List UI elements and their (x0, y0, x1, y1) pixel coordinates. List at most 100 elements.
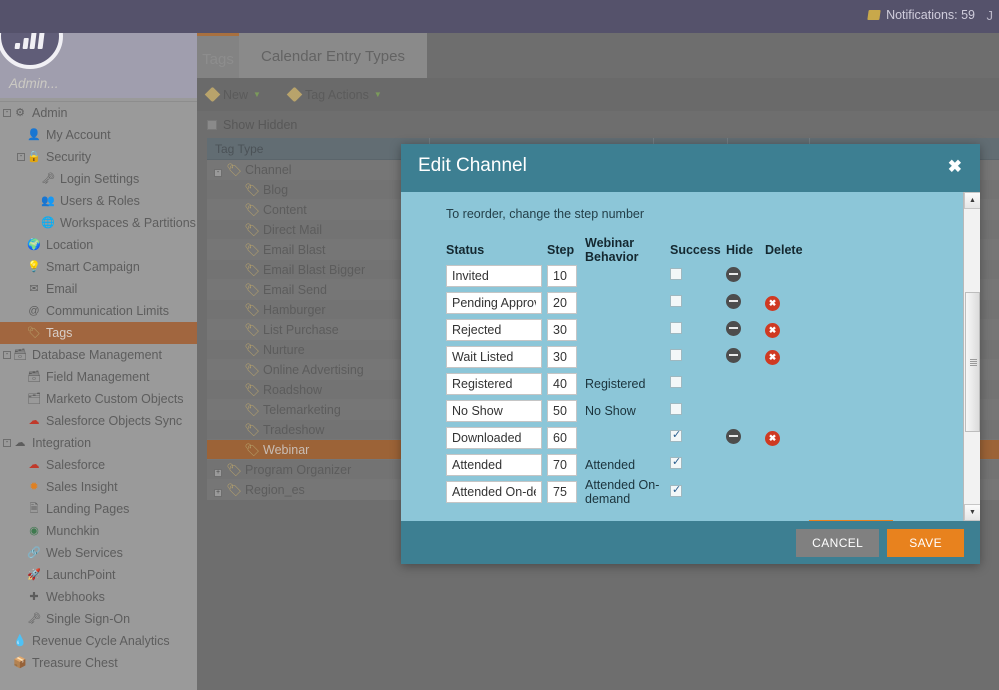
tree-toggle-icon[interactable]: - (2, 109, 12, 117)
sidebar-item-revenue-cycle-analytics[interactable]: 💧 Revenue Cycle Analytics (0, 630, 197, 652)
status-input[interactable] (446, 453, 542, 476)
step-input[interactable] (547, 426, 577, 449)
header-status: Status (446, 243, 485, 257)
delete-icon[interactable]: ✖ (765, 323, 780, 338)
sidebar-item-landing-pages[interactable]: 🗎 Landing Pages (0, 498, 197, 520)
sidebar-item-marketo-custom-objects[interactable]: 🗂 Marketo Custom Objects (0, 388, 197, 410)
hide-icon[interactable] (726, 428, 741, 444)
status-input[interactable] (446, 291, 542, 314)
tree-toggle-icon[interactable]: - (2, 351, 12, 359)
tag-box-icon: 🏷 (226, 462, 242, 477)
sidebar-item-integration[interactable]: - ☁ Integration (0, 432, 197, 454)
notifications-item[interactable]: Notifications: 59 (867, 8, 975, 22)
sidebar-item-users-roles[interactable]: 👥 Users & Roles (0, 190, 197, 212)
delete-icon[interactable]: ✖ (765, 431, 780, 446)
success-checkbox[interactable] (670, 428, 682, 442)
status-input[interactable] (446, 399, 542, 422)
success-checkbox[interactable] (670, 376, 682, 388)
sidebar-item-my-account[interactable]: 👤 My Account (0, 124, 197, 146)
step-input[interactable] (547, 481, 577, 503)
tree-toggle-icon[interactable]: - (2, 439, 12, 447)
sidebar-item-location[interactable]: 🌍 Location (0, 234, 197, 256)
scrollbar-thumb[interactable] (965, 292, 980, 432)
tree-toggle-icon[interactable]: - (211, 160, 225, 180)
sidebar-item-salesforce[interactable]: ☁ Salesforce (0, 454, 197, 476)
sidebar-item-email[interactable]: ✉ Email (0, 278, 197, 300)
tag-icon: 🏷 (244, 342, 260, 357)
tab-tags[interactable]: Tags (197, 33, 239, 78)
hide-icon[interactable] (726, 293, 741, 309)
add-step-button[interactable]: ADD STEP (809, 520, 894, 521)
webinar-behavior-label: Attended (585, 457, 636, 472)
delete-icon[interactable]: ✖ (765, 296, 780, 311)
tree-item-label: Channel (245, 162, 292, 177)
sidebar-item-salesforce-objects-sync[interactable]: ☁ Salesforce Objects Sync (0, 410, 197, 432)
step-row: Attended On-demand (446, 478, 916, 506)
scroll-down-icon[interactable]: ▼ (964, 504, 980, 521)
delete-icon[interactable]: ✖ (765, 350, 780, 365)
step-input[interactable] (547, 345, 577, 368)
database-icon: 🗃 (13, 349, 27, 361)
step-input[interactable] (547, 318, 577, 341)
tree-item-label: Hamburger (263, 302, 326, 317)
close-icon[interactable]: ✖ (948, 158, 962, 175)
sidebar-item-munchkin[interactable]: ◉ Munchkin (0, 520, 197, 542)
sidebar-item-database-management[interactable]: - 🗃 Database Management (0, 344, 197, 366)
success-checkbox[interactable] (670, 349, 682, 361)
status-input[interactable] (446, 426, 542, 449)
status-input[interactable] (446, 372, 542, 395)
tag-actions-button[interactable]: Tag Actions ▼ (286, 86, 382, 103)
sidebar-item-security[interactable]: - 🔒 Security (0, 146, 197, 168)
tree-toggle-icon[interactable]: - (16, 153, 26, 161)
hide-icon[interactable] (726, 320, 741, 336)
scroll-up-icon[interactable]: ▲ (964, 192, 980, 209)
sidebar-item-smart-campaign[interactable]: 💡 Smart Campaign (0, 256, 197, 278)
tab-calendar-entry-types[interactable]: Calendar Entry Types (239, 33, 427, 78)
sidebar-item-tags[interactable]: 🏷 Tags (0, 322, 197, 344)
hide-icon[interactable] (726, 347, 741, 363)
status-input[interactable] (446, 481, 542, 503)
column-tag-type[interactable]: Tag Type (207, 138, 263, 160)
tree-toggle-icon[interactable]: + (211, 480, 225, 500)
sidebar-item-sales-insight[interactable]: ✹ Sales Insight (0, 476, 197, 498)
tag-icon: 🏷 (244, 382, 260, 397)
sidebar-search-input[interactable]: Admin... (0, 69, 197, 98)
step-input[interactable] (547, 453, 577, 476)
step-input[interactable] (547, 264, 577, 287)
success-checkbox[interactable] (670, 455, 682, 469)
success-checkbox[interactable] (670, 295, 682, 307)
sidebar-item-web-services[interactable]: 🔗 Web Services (0, 542, 197, 564)
success-checkbox[interactable] (670, 322, 682, 334)
step-input[interactable] (547, 372, 577, 395)
sidebar-item-field-management[interactable]: 🗃 Field Management (0, 366, 197, 388)
sidebar-item-communication-limits[interactable]: @ Communication Limits (0, 300, 197, 322)
step-input[interactable] (547, 291, 577, 314)
sidebar-item-launchpoint[interactable]: 🚀 LaunchPoint (0, 564, 197, 586)
show-hidden-checkbox[interactable] (207, 119, 217, 130)
sidebar-item-treasure-chest[interactable]: 📦 Treasure Chest (0, 652, 197, 674)
show-hidden-toggle[interactable]: Show Hidden (197, 111, 999, 138)
status-input[interactable] (446, 345, 542, 368)
dialog-scrollbar[interactable]: ▲ ▼ (963, 192, 980, 521)
cancel-button[interactable]: CANCEL (796, 528, 880, 557)
book-icon (867, 10, 881, 20)
tree-item-label: Roadshow (263, 382, 323, 397)
new-button[interactable]: New ▼ (204, 86, 261, 103)
sidebar-item-login-settings[interactable]: 🗝 Login Settings (0, 168, 197, 190)
show-hidden-label: Show Hidden (223, 117, 298, 132)
tag-box-icon: 🏷 (226, 482, 242, 497)
status-input[interactable] (446, 318, 542, 341)
tag-icon: 🏷 (244, 362, 260, 377)
sidebar-item-admin[interactable]: - ⚙ Admin (0, 102, 197, 124)
sidebar-item-workspaces-partitions[interactable]: 🌐 Workspaces & Partitions (0, 212, 197, 234)
sidebar-item-webhooks[interactable]: ✚ Webhooks (0, 586, 197, 608)
save-button[interactable]: SAVE (887, 528, 964, 557)
success-checkbox[interactable] (670, 268, 682, 280)
success-checkbox[interactable] (670, 403, 682, 415)
success-checkbox[interactable] (670, 483, 682, 497)
status-input[interactable] (446, 264, 542, 287)
step-input[interactable] (547, 399, 577, 422)
hide-icon[interactable] (726, 266, 741, 282)
sidebar-item-single-sign-on[interactable]: 🗝 Single Sign-On (0, 608, 197, 630)
tree-toggle-icon[interactable]: + (211, 460, 225, 480)
